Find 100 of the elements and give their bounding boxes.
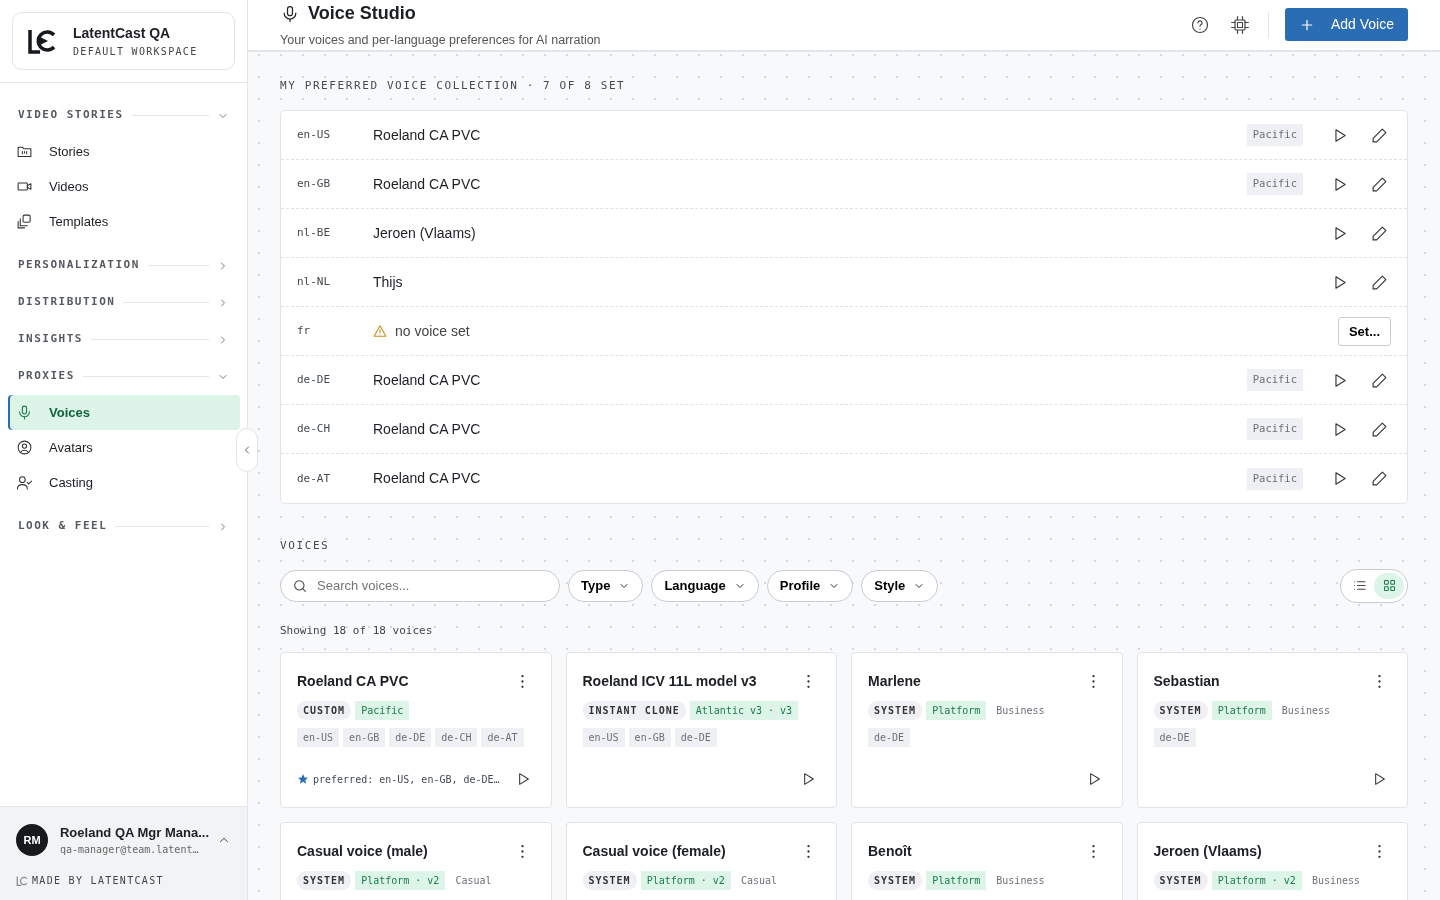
voice-name: Thijs (373, 272, 404, 292)
filter-dropdown[interactable]: Language (651, 569, 759, 602)
nav-item[interactable]: Avatars (8, 430, 240, 465)
filter-dropdown[interactable]: Profile (766, 569, 854, 602)
voice-name: Jeroen (Vlaams) (373, 223, 477, 243)
profile-tag: Platform · v2 (640, 871, 731, 891)
more-icon (806, 844, 810, 858)
voice-title: Casual voice (female) (582, 841, 726, 861)
voice-card[interactable]: Casual voice (female) SYSTEM Platform · v2 Casual (565, 822, 837, 900)
voice-title: Marlene (868, 671, 921, 691)
section-heading[interactable]: INSIGHTS (18, 331, 83, 348)
set-button[interactable]: Set... (1337, 316, 1391, 346)
voice-card[interactable]: Sebastian SYSTEM Platform Business de-DE (1136, 652, 1408, 809)
profile-tag: Platform (1211, 701, 1272, 721)
grid-view-icon (1381, 578, 1397, 594)
language-code: en-US (297, 127, 332, 143)
nav-item[interactable]: Voices (8, 395, 240, 430)
section-heading[interactable]: LOOK & FEEL (18, 518, 108, 535)
user-check-icon (16, 474, 33, 491)
voice-title: Benoît (868, 841, 912, 861)
more-icon (521, 844, 524, 858)
user-email: qa-manager@team.latent… (60, 843, 200, 857)
chip-icon (1229, 14, 1250, 35)
page-subtitle: Your voices and per-language preferences for AI narration (280, 32, 602, 49)
voice-title: Casual voice (male) (297, 841, 428, 861)
language-tag: de-DE (674, 728, 717, 748)
type-tag: INSTANT CLONE (582, 701, 686, 721)
nav-item[interactable]: Stories (8, 134, 240, 169)
section-heading[interactable]: PROXIES (18, 368, 75, 385)
result-count: Showing 18 of 18 voices (280, 622, 434, 639)
search-icon (292, 577, 308, 594)
more-icon (806, 674, 810, 688)
profile-tag: Platform (926, 701, 987, 721)
page-title: Voice Studio (308, 2, 416, 25)
grid-view-button[interactable] (1374, 572, 1404, 599)
preferred-languages: preferred: en-US, en-GB, de-DE… (313, 772, 501, 787)
search-field[interactable]: Search voices... (280, 569, 560, 602)
language-tag: en-US (582, 728, 625, 748)
language-tag: de-DE (1153, 728, 1196, 748)
profile-tag: Platform (926, 871, 987, 891)
voice-title: Roeland CA PVC (297, 671, 409, 691)
pencil-icon (1370, 371, 1388, 389)
voice-name: no voice set (395, 321, 470, 341)
language-tag: en-US (297, 728, 340, 748)
language-code: de-CH (297, 421, 332, 437)
more-icon (1377, 674, 1381, 688)
style-label: Casual (739, 874, 779, 889)
voice-card[interactable]: Casual voice (male) SYSTEM Platform · v2 Casual (280, 822, 552, 900)
user-avatar: RM (16, 823, 48, 856)
filter-dropdown[interactable]: Type (568, 569, 644, 602)
nav-item[interactable]: Videos (8, 169, 240, 204)
pencil-icon (1370, 273, 1388, 291)
warning-icon (373, 324, 387, 339)
section-heading[interactable]: PERSONALIZATION (18, 257, 140, 274)
user-name: Roeland QA Mgr Mana... (60, 823, 209, 842)
more-icon (1377, 844, 1381, 858)
language-code: de-AT (297, 470, 332, 487)
voice-name: Roeland CA PVC (373, 174, 482, 194)
voice-card[interactable]: Jeroen (Vlaams) SYSTEM Platform · v2 Business (1136, 822, 1408, 900)
profile-tag: Platform · v2 (355, 871, 446, 891)
filter-dropdown[interactable]: Style (861, 569, 939, 602)
voice-title: Roeland ICV 11L model v3 (582, 671, 757, 691)
help-icon (1189, 14, 1210, 35)
more-icon (1092, 674, 1095, 688)
voice-card[interactable]: Roeland ICV 11L model v3 INSTANT CLONE Atlantic v3 · v3 en-US en-GB de-DE (565, 652, 837, 809)
workspace-subtitle: DEFAULT WORKSPACE (73, 45, 198, 59)
profile-tag: Pacific (1246, 369, 1303, 392)
voice-card[interactable]: Marlene SYSTEM Platform Business de-DE (851, 652, 1123, 809)
section-heading[interactable]: DISTRIBUTION (18, 294, 116, 311)
profile-tag: Pacific (1246, 418, 1303, 441)
type-tag: SYSTEM (868, 871, 923, 891)
voice-card[interactable]: Benoît SYSTEM Platform Business (851, 822, 1123, 900)
type-tag: SYSTEM (1153, 701, 1208, 721)
profile-tag: Atlantic v3 · v3 (689, 701, 799, 721)
pencil-icon (1370, 420, 1388, 438)
language-tag: de-DE (389, 728, 432, 748)
language-tag: de-AT (481, 728, 524, 748)
add-voice-button[interactable]: Add Voice (1284, 8, 1408, 42)
language-tag: de-CH (435, 728, 478, 748)
profile-tag: Pacific (1246, 173, 1303, 196)
logo-icon (16, 874, 28, 887)
nav-item[interactable]: Casting (8, 465, 240, 500)
microphone-icon (16, 404, 33, 421)
voice-name: Roeland CA PVC (373, 125, 482, 145)
voice-title: Jeroen (Vlaams) (1153, 841, 1262, 861)
type-tag: SYSTEM (868, 701, 923, 721)
pencil-icon (1370, 175, 1388, 193)
nav-item[interactable]: Templates (8, 204, 240, 239)
style-label: Business (995, 874, 1046, 889)
section-heading[interactable]: VIDEO STORIES (18, 107, 124, 124)
voice-card[interactable]: Roeland CA PVC CUSTOM Pacific en-US en-GB de-DE de-CH de-AT preferred: en-US, en-GB, de-DE… (280, 652, 552, 809)
voice-name: Roeland CA PVC (373, 419, 482, 439)
language-code: fr (297, 323, 312, 339)
profile-tag: Pacific (355, 701, 410, 721)
style-label: Business (995, 704, 1046, 719)
profile-tag: Pacific (1246, 467, 1303, 490)
copy-icon (16, 213, 33, 230)
pencil-icon (1370, 126, 1388, 144)
workspace-name: LatentCast QA (73, 24, 172, 43)
user-circle-icon (16, 439, 33, 456)
